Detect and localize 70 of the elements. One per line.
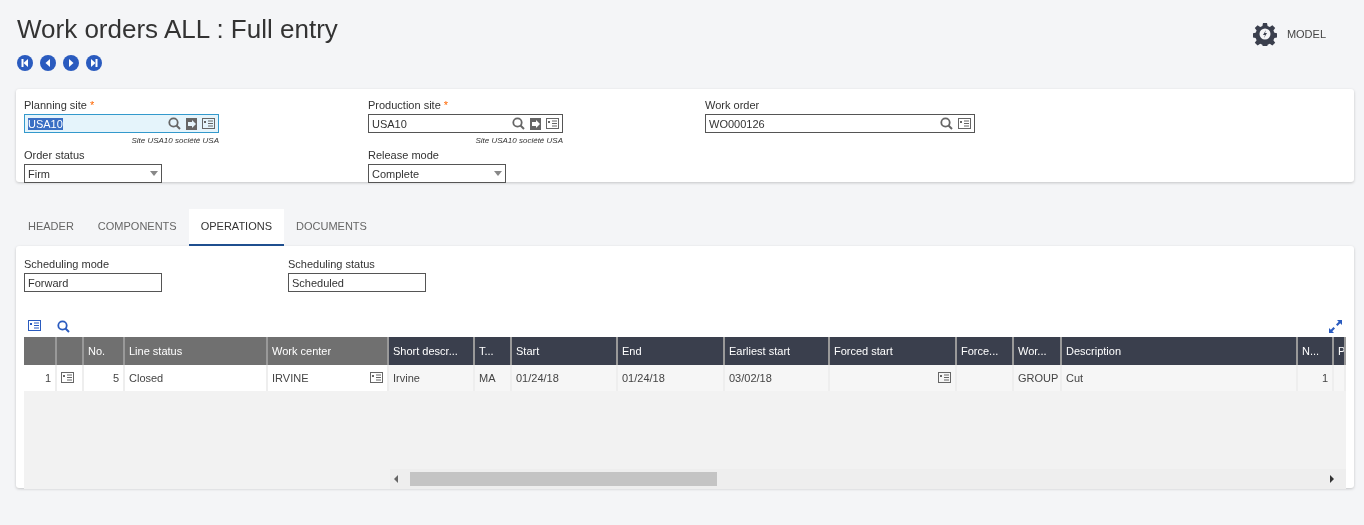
column-header[interactable]: End [618,337,725,365]
input-field[interactable]: USA10 [368,114,563,133]
column-header[interactable]: Earliest start [725,337,830,365]
column-header[interactable]: Work center [268,337,389,365]
search-icon[interactable] [940,117,953,130]
column-header[interactable]: Wor... [1014,337,1062,365]
next-icon[interactable] [63,55,79,71]
horizontal-scrollbar[interactable] [390,469,1346,489]
table-cell: Closed [125,365,268,391]
caret-icon [150,171,158,176]
table-cell: MA [475,365,512,391]
detail-icon[interactable] [202,118,215,129]
detail-icon[interactable] [61,372,74,383]
first-icon[interactable] [17,55,33,71]
column-header[interactable]: Description [1062,337,1298,365]
field-label: Order status [24,149,86,161]
column-header[interactable]: Short descr... [389,337,475,365]
table-cell: 1 [24,365,57,391]
detail-icon[interactable] [28,320,41,331]
jump-icon[interactable] [530,117,541,130]
dropdown[interactable]: Firm [24,164,162,183]
input-field[interactable]: Scheduled [288,273,426,292]
detail-icon[interactable] [546,118,559,129]
search-icon[interactable] [168,117,181,130]
last-icon[interactable] [86,55,102,71]
column-header[interactable]: Start [512,337,618,365]
gear-icon [1252,22,1277,46]
column-header[interactable]: T... [475,337,512,365]
input-field[interactable]: USA10 [24,114,219,133]
field-hint: Site USA10 société USA [474,136,563,145]
caret-icon [494,171,502,176]
page-title: Work orders ALL : Full entry [17,14,338,46]
previous-icon[interactable] [40,55,56,71]
column-header[interactable]: N... [1298,337,1334,365]
field-label: Scheduling status [288,258,376,270]
tab[interactable]: OPERATIONS [188,209,284,246]
column-header[interactable]: Line status [125,337,268,365]
field-label: Planning site * [24,99,96,111]
tab[interactable]: HEADER [16,209,86,246]
jump-icon[interactable] [186,117,197,130]
input-field[interactable]: WO000126 [705,114,975,133]
input-field[interactable]: Forward [24,273,162,292]
detail-icon[interactable] [370,372,383,383]
field-hint: Site USA10 société USA [130,136,219,145]
column-header[interactable]: No. [84,337,125,365]
field-label: Work order [705,99,761,111]
table-cell: 1 [1298,365,1334,391]
tab[interactable]: DOCUMENTS [284,209,379,246]
table-cell: Irvine [389,365,475,391]
table-cell: 5 [84,365,125,391]
detail-icon[interactable] [938,372,951,383]
field-label: Scheduling mode [24,258,110,270]
column-header[interactable]: P [1334,337,1346,365]
field-label: Release mode [368,149,440,161]
table-cell: GROUP [1014,365,1062,391]
table-cell: Cut [1062,365,1298,391]
detail-icon[interactable] [958,118,971,129]
expand-icon[interactable] [1329,320,1342,333]
dropdown[interactable]: Complete [368,164,506,183]
tab[interactable]: COMPONENTS [85,209,189,246]
search-icon[interactable] [512,117,525,130]
table-cell: IRVINE [268,365,389,391]
search-icon[interactable] [57,320,70,333]
column-header[interactable]: Force... [957,337,1014,365]
model-button[interactable]: MODEL [1252,22,1326,46]
field-label: Production site * [368,99,450,111]
table-cell: 03/02/18 [725,365,830,391]
table-cell: 01/24/18 [512,365,618,391]
table-cell: 01/24/18 [618,365,725,391]
column-header[interactable]: Forced start [830,337,957,365]
